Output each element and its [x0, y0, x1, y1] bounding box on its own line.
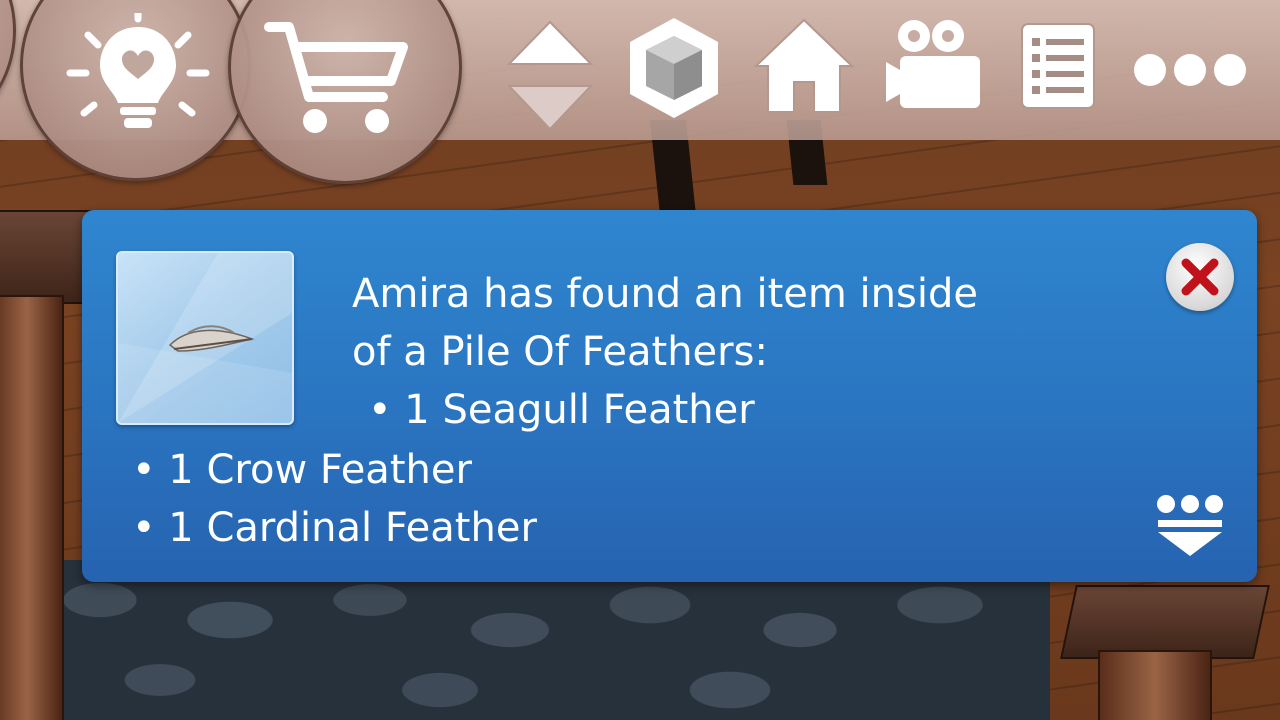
bed-post-cap — [1060, 585, 1270, 659]
lightbulb-button[interactable] — [20, 0, 251, 181]
stone-floor — [40, 560, 1050, 720]
message-line: Amira has found an item inside — [352, 271, 978, 317]
bed-post — [0, 295, 64, 720]
bed-post — [1098, 650, 1212, 720]
more-options-icon[interactable] — [1130, 50, 1250, 90]
lightbulb-heart-icon — [66, 13, 210, 128]
close-button[interactable] — [1166, 243, 1234, 311]
item-list-entry: • 1 Cardinal Feather — [132, 505, 537, 551]
level-up-down-icon[interactable] — [505, 18, 595, 133]
expand-more-icon — [1157, 495, 1223, 556]
feather-icon — [118, 253, 292, 423]
shopping-cart-icon — [264, 22, 408, 133]
message-line: of a Pile Of Feathers: — [352, 329, 768, 375]
item-list-entry: • 1 Crow Feather — [132, 447, 472, 493]
house-icon[interactable] — [752, 16, 856, 116]
cube-view-icon[interactable] — [624, 14, 724, 122]
camera-icon[interactable] — [884, 14, 984, 118]
game-scene: Amira has found an item inside of a Pile… — [0, 0, 1280, 720]
bed-post-cap — [0, 210, 94, 304]
expand-more-button[interactable] — [1148, 490, 1232, 560]
item-list-entry: • 1 Seagull Feather — [368, 387, 755, 433]
buy-mode-button[interactable] — [228, 0, 462, 184]
notification-panel: Amira has found an item inside of a Pile… — [82, 210, 1257, 582]
close-icon — [1181, 258, 1219, 296]
list-icon[interactable] — [1020, 22, 1096, 110]
item-thumbnail — [116, 251, 294, 425]
